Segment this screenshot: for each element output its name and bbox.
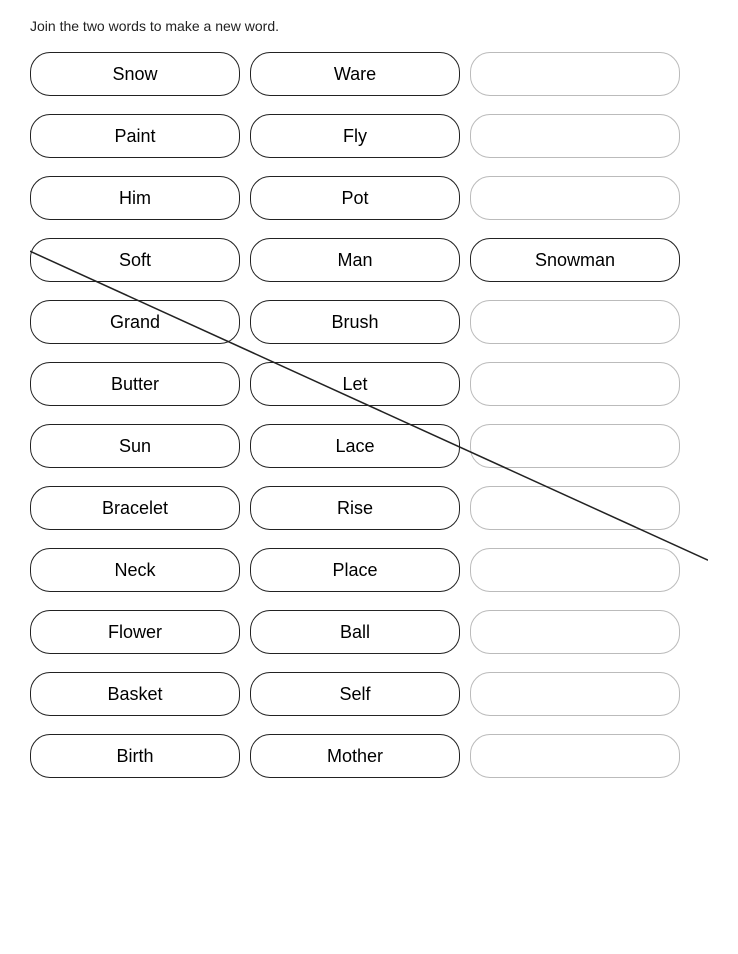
answer-col3-row2[interactable] (470, 176, 680, 220)
word-col2-row7: Rise (250, 486, 460, 530)
answer-col3-row6[interactable] (470, 424, 680, 468)
answer-col3-row9[interactable] (470, 610, 680, 654)
word-col2-row1: Fly (250, 114, 460, 158)
word-col2-row10: Self (250, 672, 460, 716)
word-col2-row9: Ball (250, 610, 460, 654)
answer-col3-row3: Snowman (470, 238, 680, 282)
answer-col3-row8[interactable] (470, 548, 680, 592)
word-col2-row0: Ware (250, 52, 460, 96)
word-col1-row9: Flower (30, 610, 240, 654)
word-col1-row0: Snow (30, 52, 240, 96)
word-col1-row11: Birth (30, 734, 240, 778)
word-col1-row7: Bracelet (30, 486, 240, 530)
word-col1-row5: Butter (30, 362, 240, 406)
word-col1-row8: Neck (30, 548, 240, 592)
word-col1-row1: Paint (30, 114, 240, 158)
word-col2-row6: Lace (250, 424, 460, 468)
word-col1-row4: Grand (30, 300, 240, 344)
word-col1-row10: Basket (30, 672, 240, 716)
answer-col3-row1[interactable] (470, 114, 680, 158)
word-col1-row2: Him (30, 176, 240, 220)
word-col2-row5: Let (250, 362, 460, 406)
word-col2-row11: Mother (250, 734, 460, 778)
answer-col3-row0[interactable] (470, 52, 680, 96)
instruction-text: Join the two words to make a new word. (30, 18, 708, 34)
word-grid: SnowWarePaintFlyHimPotSoftManSnowman Gran… (30, 52, 708, 778)
word-col1-row3: Soft (30, 238, 240, 282)
answer-col3-row4[interactable] (470, 300, 680, 344)
answer-col3-row11[interactable] (470, 734, 680, 778)
answer-col3-row10[interactable] (470, 672, 680, 716)
word-col1-row6: Sun (30, 424, 240, 468)
word-col2-row2: Pot (250, 176, 460, 220)
word-col2-row8: Place (250, 548, 460, 592)
word-col2-row3: Man (250, 238, 460, 282)
answer-col3-row5[interactable] (470, 362, 680, 406)
word-col2-row4: Brush (250, 300, 460, 344)
answer-col3-row7[interactable] (470, 486, 680, 530)
